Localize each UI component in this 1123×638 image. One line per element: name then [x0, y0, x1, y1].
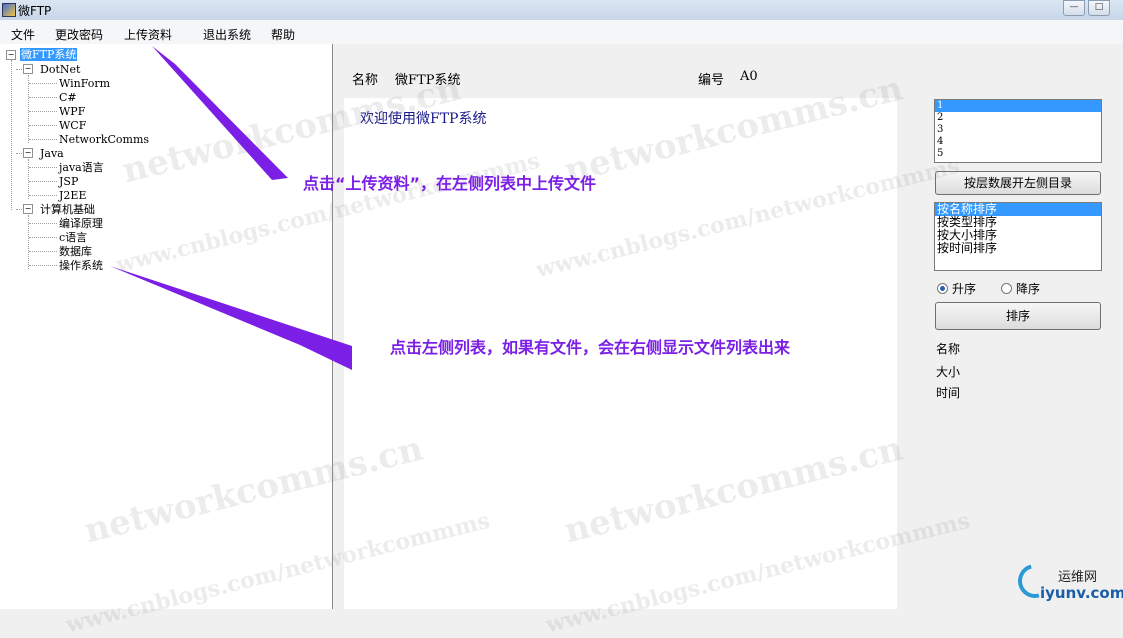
annotation-arrows	[110, 46, 352, 370]
annotation-list: 点击左侧列表，如果有文件，会在右侧显示文件列表出来	[390, 338, 791, 357]
logo-en-text: iyunv.com	[1040, 584, 1123, 602]
annotation-upload: 点击“上传资料”，在左侧列表中上传文件	[303, 174, 597, 193]
arrow-list	[110, 266, 352, 370]
arrow-upload	[152, 46, 288, 180]
logo-cn-text: 运维网	[1058, 570, 1098, 585]
site-logo: 运维网 iyunv.com	[1011, 557, 1123, 606]
